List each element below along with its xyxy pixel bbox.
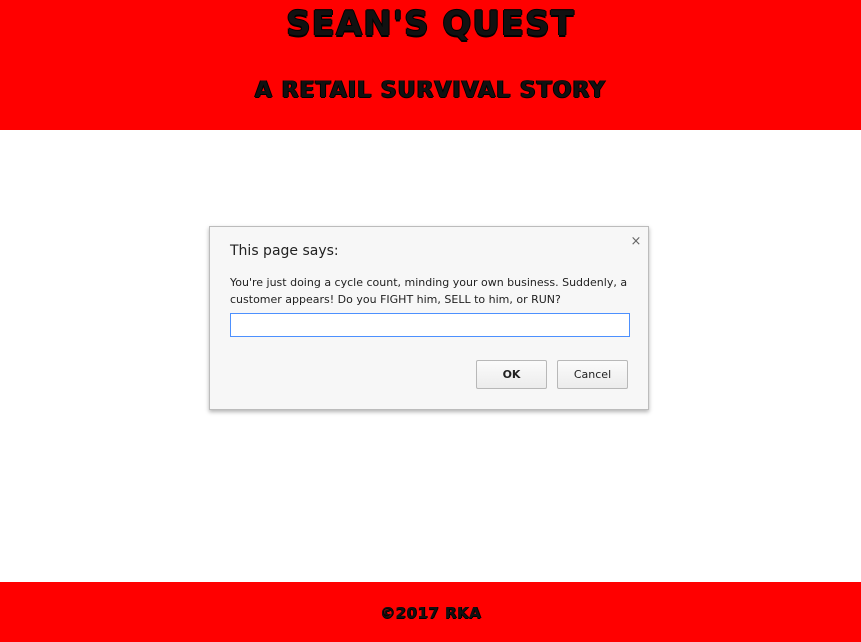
dialog-message: You're just doing a cycle count, minding…	[230, 276, 628, 306]
site-title: SEAN'S QUEST	[286, 4, 575, 44]
close-icon[interactable]: ×	[629, 235, 643, 249]
ok-button[interactable]: OK	[476, 360, 547, 389]
prompt-input[interactable]	[230, 313, 630, 337]
site-subtitle: A RETAIL SURVIVAL STORY	[254, 78, 607, 103]
cancel-button[interactable]: Cancel	[557, 360, 628, 389]
site-header: SEAN'S QUEST A RETAIL SURVIVAL STORY	[0, 0, 861, 130]
prompt-dialog: This page says: × You're just doing a cy…	[209, 226, 649, 410]
dialog-title: This page says:	[230, 243, 339, 259]
site-footer: ©2017 RKA	[0, 582, 861, 642]
footer-copyright: ©2017 RKA	[379, 604, 482, 622]
